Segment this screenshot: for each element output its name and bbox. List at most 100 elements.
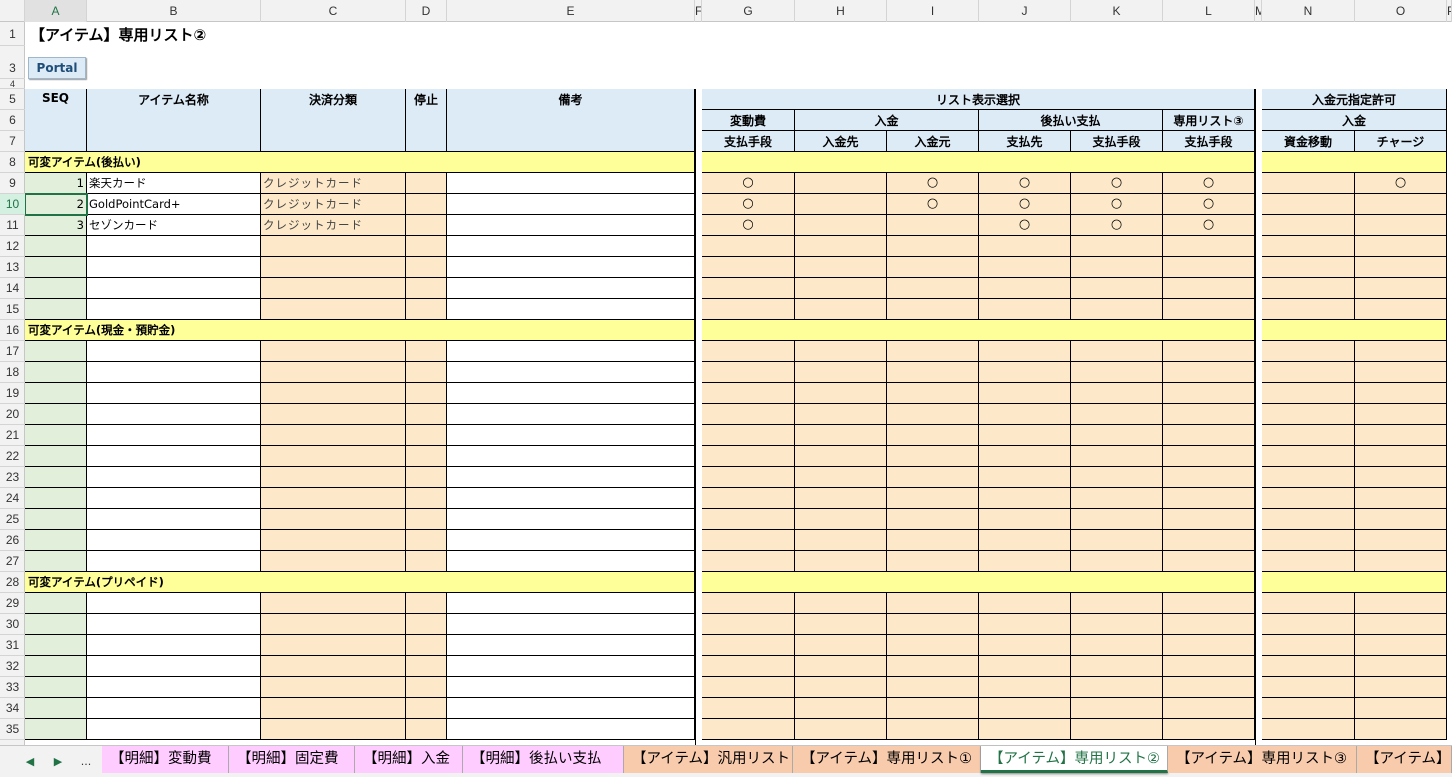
sheet-tab[interactable]: 【アイテム】汎用リスト — [624, 746, 793, 773]
item-name-cell[interactable] — [87, 677, 261, 698]
mark-cell[interactable] — [979, 677, 1071, 698]
mark-cell[interactable] — [887, 635, 979, 656]
pay-method-header[interactable]: 支払手段 — [1071, 131, 1163, 152]
row-header-17[interactable]: 17 — [0, 341, 25, 362]
remarks-cell[interactable] — [447, 299, 695, 320]
sheet-tab[interactable]: 【アイテム】専用リスト① — [793, 746, 981, 773]
remarks-cell[interactable] — [447, 383, 695, 404]
mark-cell[interactable] — [1355, 530, 1447, 551]
seq-header[interactable]: SEQ — [25, 89, 87, 152]
mark-cell[interactable] — [1262, 488, 1355, 509]
mark-cell[interactable] — [887, 383, 979, 404]
mark-cell[interactable] — [1262, 341, 1355, 362]
remarks-cell[interactable] — [447, 404, 695, 425]
mark-cell[interactable] — [1071, 362, 1163, 383]
payment-class-cell[interactable] — [261, 425, 406, 446]
mark-cell[interactable] — [1355, 509, 1447, 530]
mark-cell[interactable] — [1163, 698, 1255, 719]
payment-class-cell[interactable] — [261, 656, 406, 677]
mark-cell[interactable] — [1355, 614, 1447, 635]
mark-cell[interactable] — [1262, 719, 1355, 740]
mark-cell[interactable] — [1163, 446, 1255, 467]
mark-cell[interactable] — [1071, 404, 1163, 425]
remarks-cell[interactable] — [447, 509, 695, 530]
stop-cell[interactable] — [406, 635, 447, 656]
list-display-header[interactable]: リスト表示選択 — [702, 89, 1255, 110]
row-header-10[interactable]: 10 — [0, 194, 25, 215]
seq-cell[interactable] — [25, 677, 87, 698]
mark-cell[interactable] — [1071, 551, 1163, 572]
remarks-header[interactable]: 備考 — [447, 89, 695, 152]
mark-cell[interactable] — [1262, 593, 1355, 614]
row-header-18[interactable]: 18 — [0, 362, 25, 383]
seq-cell[interactable] — [25, 614, 87, 635]
payment-class-cell[interactable] — [261, 719, 406, 740]
item-name-header[interactable]: アイテム名称 — [87, 89, 261, 152]
stop-cell[interactable] — [406, 530, 447, 551]
mark-cell[interactable] — [795, 278, 887, 299]
mark-cell[interactable] — [702, 446, 795, 467]
stop-cell[interactable] — [406, 236, 447, 257]
stop-cell[interactable] — [406, 425, 447, 446]
item-name-cell[interactable] — [87, 236, 261, 257]
mark-cell[interactable] — [1262, 257, 1355, 278]
seq-cell[interactable]: 1 — [25, 173, 87, 194]
mark-cell[interactable] — [979, 299, 1071, 320]
stop-cell[interactable] — [406, 488, 447, 509]
row-header-22[interactable]: 22 — [0, 446, 25, 467]
mark-cell[interactable] — [887, 362, 979, 383]
mark-cell[interactable] — [979, 635, 1071, 656]
seq-cell[interactable] — [25, 551, 87, 572]
seq-cell[interactable] — [25, 698, 87, 719]
item-name-cell[interactable] — [87, 593, 261, 614]
column-header-D[interactable]: D — [406, 0, 447, 22]
seq-cell[interactable] — [25, 341, 87, 362]
payment-class-cell[interactable] — [261, 614, 406, 635]
item-name-cell[interactable]: GoldPointCard+ — [87, 194, 261, 215]
seq-cell[interactable] — [25, 656, 87, 677]
mark-cell[interactable] — [795, 530, 887, 551]
mark-cell[interactable] — [1071, 509, 1163, 530]
section-label[interactable]: 可変アイテム(現金・預貯金) — [25, 320, 695, 341]
mark-cell[interactable] — [1163, 299, 1255, 320]
remarks-cell[interactable] — [447, 425, 695, 446]
seq-cell[interactable] — [25, 299, 87, 320]
mark-cell[interactable] — [887, 698, 979, 719]
mark-cell[interactable] — [1355, 719, 1447, 740]
mark-cell[interactable] — [1163, 425, 1255, 446]
stop-cell[interactable] — [406, 215, 447, 236]
mark-cell[interactable] — [1163, 509, 1255, 530]
item-name-cell[interactable] — [87, 551, 261, 572]
mark-cell[interactable]: ○ — [887, 173, 979, 194]
stop-cell[interactable] — [406, 551, 447, 572]
item-name-cell[interactable] — [87, 467, 261, 488]
mark-cell[interactable]: ○ — [979, 173, 1071, 194]
mark-cell[interactable] — [1071, 530, 1163, 551]
item-name-cell[interactable] — [87, 719, 261, 740]
mark-cell[interactable] — [979, 719, 1071, 740]
item-name-cell[interactable] — [87, 299, 261, 320]
mark-cell[interactable] — [887, 656, 979, 677]
mark-cell[interactable] — [1163, 635, 1255, 656]
mark-cell[interactable] — [979, 362, 1071, 383]
mark-cell[interactable] — [1355, 425, 1447, 446]
mark-cell[interactable] — [795, 656, 887, 677]
mark-cell[interactable] — [702, 425, 795, 446]
stop-cell[interactable] — [406, 614, 447, 635]
column-header-P[interactable]: P — [1447, 0, 1452, 22]
charge-header[interactable]: チャージ — [1355, 131, 1447, 152]
remarks-cell[interactable] — [447, 635, 695, 656]
remarks-cell[interactable] — [447, 488, 695, 509]
mark-cell[interactable] — [1071, 719, 1163, 740]
mark-cell[interactable] — [702, 488, 795, 509]
row-header-28[interactable]: 28 — [0, 572, 25, 593]
mark-cell[interactable] — [1262, 551, 1355, 572]
mark-cell[interactable] — [702, 383, 795, 404]
mark-cell[interactable] — [979, 341, 1071, 362]
mark-cell[interactable] — [1163, 530, 1255, 551]
portal-button[interactable]: Portal — [28, 57, 86, 79]
seq-cell[interactable] — [25, 383, 87, 404]
mark-cell[interactable] — [702, 236, 795, 257]
pay-method-header[interactable]: 支払手段 — [1163, 131, 1255, 152]
item-name-cell[interactable] — [87, 425, 261, 446]
